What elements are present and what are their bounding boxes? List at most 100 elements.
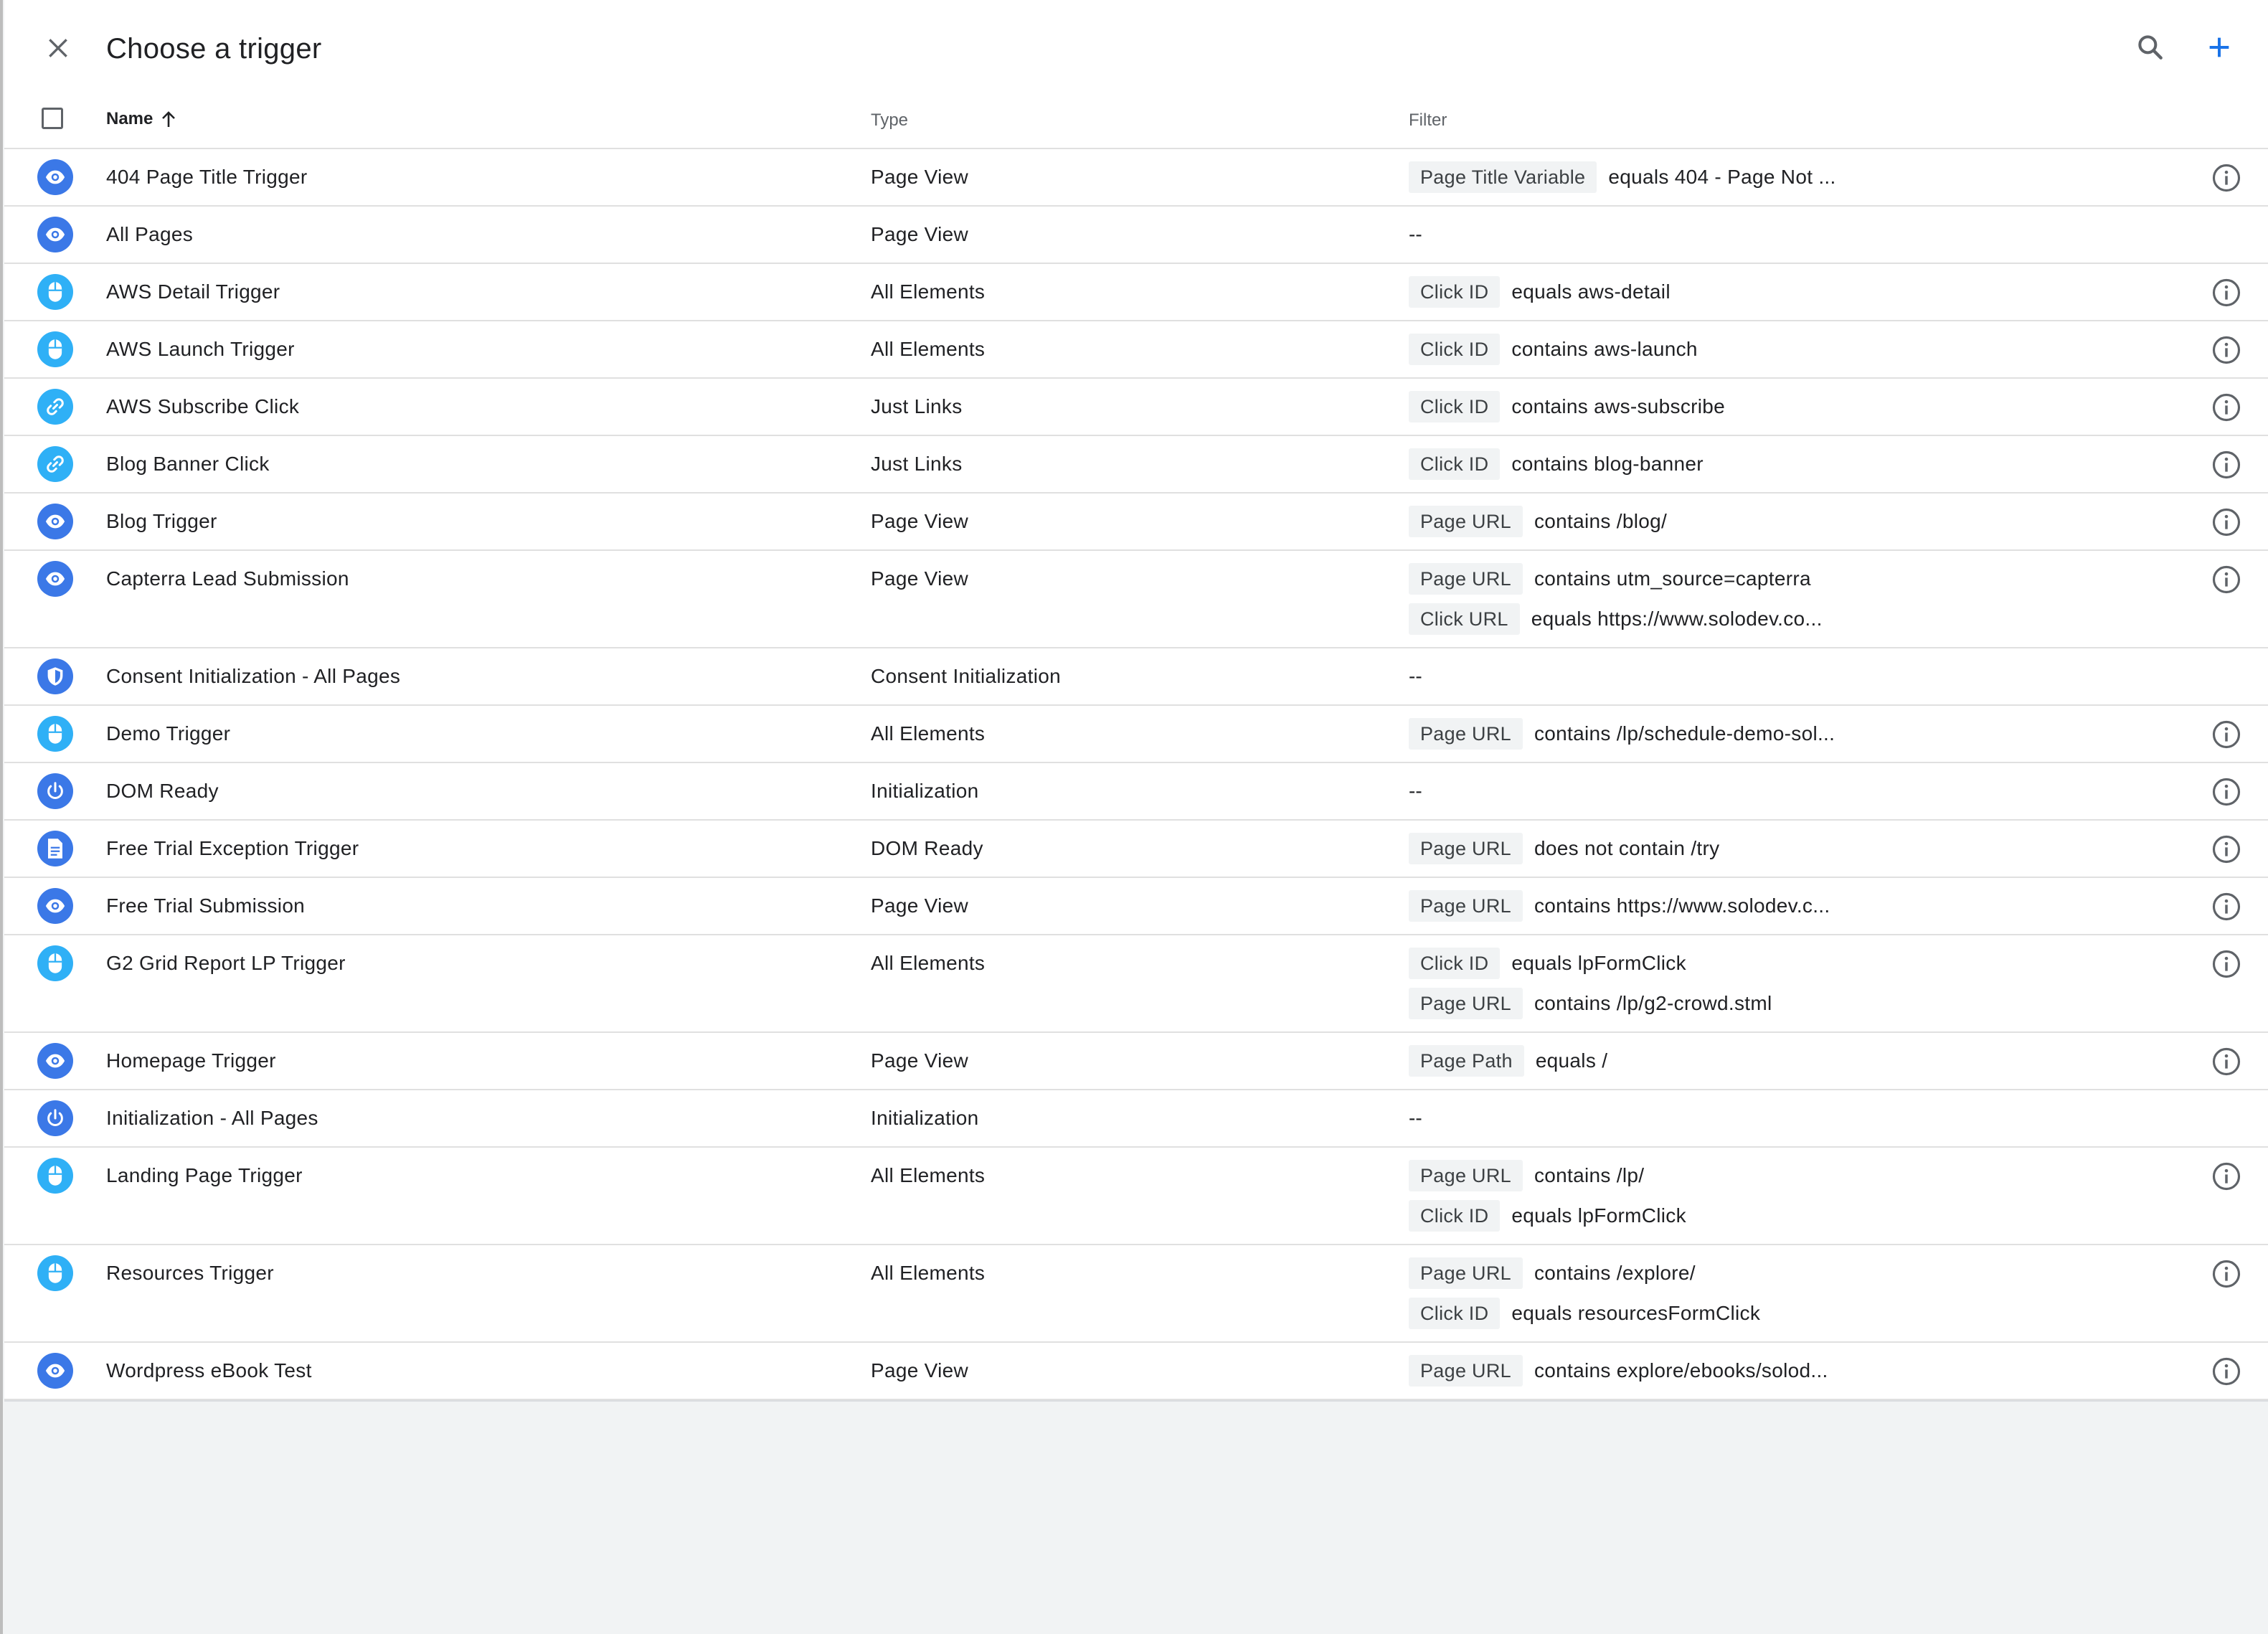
filter-condition: Page URL contains /lp/ [1409,1158,1686,1194]
info-button[interactable] [2211,833,2242,865]
trigger-type: Page View [871,166,969,188]
info-icon [2212,892,2241,921]
info-button[interactable] [2211,1356,2242,1387]
filter-variable-chip: Click ID [1409,334,1501,365]
name-column-header[interactable]: Name [106,109,177,129]
trigger-filters: -- [1409,217,1422,257]
info-button[interactable] [2211,449,2242,481]
trigger-name: Demo Trigger [106,722,231,745]
trigger-name: Blog Trigger [106,510,217,532]
trigger-name: Wordpress eBook Test [106,1359,312,1382]
trigger-type: All Elements [871,1262,986,1284]
trigger-row[interactable]: Wordpress eBook Test Page View Page URL con… [4,1343,2268,1400]
select-all-checkbox[interactable] [42,108,63,129]
trigger-name: 404 Page Title Trigger [106,166,308,188]
trigger-row[interactable]: Demo Trigger All Elements Page URL contains… [4,706,2268,763]
filter-condition: Click ID equals lpFormClick [1409,1198,1686,1234]
info-button[interactable] [2211,564,2242,595]
filter-condition-text: equals resourcesFormClick [1511,1302,1761,1324]
trigger-row[interactable]: 404 Page Title Trigger Page View Page Titl… [4,149,2268,207]
trigger-type: All Elements [871,338,986,360]
filter-condition: Page URL contains /explore/ [1409,1255,1760,1291]
trigger-row[interactable]: G2 Grid Report LP Trigger All Elements Cli… [4,935,2268,1033]
trigger-filters: Page URL contains /blog/ [1409,504,1667,544]
search-button[interactable] [2129,26,2172,69]
info-button[interactable] [2211,1161,2242,1192]
trigger-filters: Click ID equals aws-detail [1409,274,1671,314]
trigger-name: Initialization - All Pages [106,1107,318,1129]
trigger-row[interactable]: Initialization - All Pages Initialization… [4,1090,2268,1148]
power-icon [37,773,73,809]
trigger-row[interactable]: Free Trial Submission Page View Page URL co… [4,878,2268,935]
trigger-filters: Page URL does not contain /try [1409,831,1719,871]
eye-icon [37,217,73,252]
trigger-row[interactable]: DOM Ready Initialization -- [4,763,2268,821]
trigger-row[interactable]: AWS Launch Trigger All Elements Click ID co… [4,321,2268,379]
trigger-filters: -- [1409,773,1422,813]
info-button[interactable] [2211,1046,2242,1077]
document-icon [37,831,73,866]
filter-condition-text: equals lpFormClick [1511,952,1686,974]
arrow-up-icon [162,111,176,127]
close-icon [49,39,67,57]
trigger-filters: -- [1409,1100,1422,1141]
type-column-header: Type [871,110,909,130]
trigger-filters: Page URL contains utm_source=capterra Clic… [1409,561,1823,641]
filter-condition-text: contains /lp/g2-crowd.stml [1534,992,1772,1014]
trigger-row[interactable]: Resources Trigger All Elements Page URL con… [4,1245,2268,1343]
info-button[interactable] [2211,719,2242,750]
filter-condition-text: contains aws-launch [1511,338,1698,360]
filter-variable-chip: Click ID [1409,1200,1501,1232]
info-button[interactable] [2211,948,2242,980]
filter-condition: Click URL equals https://www.solodev.co..… [1409,601,1823,637]
filter-variable-chip: Page URL [1409,1355,1523,1387]
filter-variable-chip: Click ID [1409,1298,1501,1329]
trigger-type: DOM Ready [871,837,983,859]
power-icon [37,1100,73,1136]
trigger-row[interactable]: AWS Subscribe Click Just Links Click ID con… [4,379,2268,436]
filter-condition: Click ID contains aws-launch [1409,331,1698,367]
search-icon [2138,35,2163,60]
filter-condition: Click ID contains blog-banner [1409,446,1704,482]
filter-condition-text: contains /lp/schedule-demo-sol... [1534,722,1835,745]
info-button[interactable] [2211,891,2242,922]
trigger-row[interactable]: All Pages Page View -- [4,207,2268,264]
filter-condition-text: does not contain /try [1534,837,1720,859]
trigger-name: Free Trial Submission [106,894,306,917]
trigger-type: Page View [871,567,969,590]
info-button[interactable] [2211,1258,2242,1290]
trigger-row[interactable]: Landing Page Trigger All Elements Page URL… [4,1148,2268,1245]
trigger-filters: Page URL contains /lp/Click ID equals lpFo… [1409,1158,1686,1238]
info-button[interactable] [2211,392,2242,423]
mouse-icon [37,1255,73,1291]
page-title: Choose a trigger [106,33,322,65]
trigger-row[interactable]: Free Trial Exception Trigger DOM Ready Pag… [4,821,2268,878]
trigger-row[interactable]: AWS Detail Trigger All Elements Click ID eq… [4,264,2268,321]
info-icon [2212,393,2241,422]
trigger-name: Landing Page Trigger [106,1164,303,1186]
info-button[interactable] [2211,277,2242,308]
trigger-name: DOM Ready [106,780,219,802]
link-icon [37,389,73,425]
trigger-row[interactable]: Consent Initialization - All Pages Consen… [4,648,2268,706]
trigger-row[interactable]: Blog Banner Click Just Links Click ID conta… [4,436,2268,493]
trigger-type: Consent Initialization [871,665,1061,687]
trigger-row[interactable]: Capterra Lead Submission Page View Page UR… [4,551,2268,648]
info-icon [2212,508,2241,537]
filter-condition: Page URL contains https://www.solodev.c..… [1409,888,1830,924]
trigger-name: All Pages [106,223,193,245]
info-button[interactable] [2211,162,2242,194]
trigger-row[interactable]: Homepage Trigger Page View Page Path equals… [4,1033,2268,1090]
info-icon [2212,1357,2241,1386]
table-header: Name Type Filter [4,93,2268,149]
close-button[interactable] [37,27,79,69]
trigger-name: Homepage Trigger [106,1049,276,1072]
trigger-picker-panel: Choose a trigger Name Type Filter 404 Pa… [4,0,2268,1402]
info-button[interactable] [2211,506,2242,538]
trigger-row[interactable]: Blog Trigger Page View Page URL contains /b… [4,493,2268,551]
info-button[interactable] [2211,334,2242,366]
trigger-filters: -- [1409,658,1422,699]
info-button[interactable] [2211,776,2242,808]
trigger-filters: Click ID contains blog-banner [1409,446,1704,486]
add-trigger-button[interactable] [2198,26,2241,69]
